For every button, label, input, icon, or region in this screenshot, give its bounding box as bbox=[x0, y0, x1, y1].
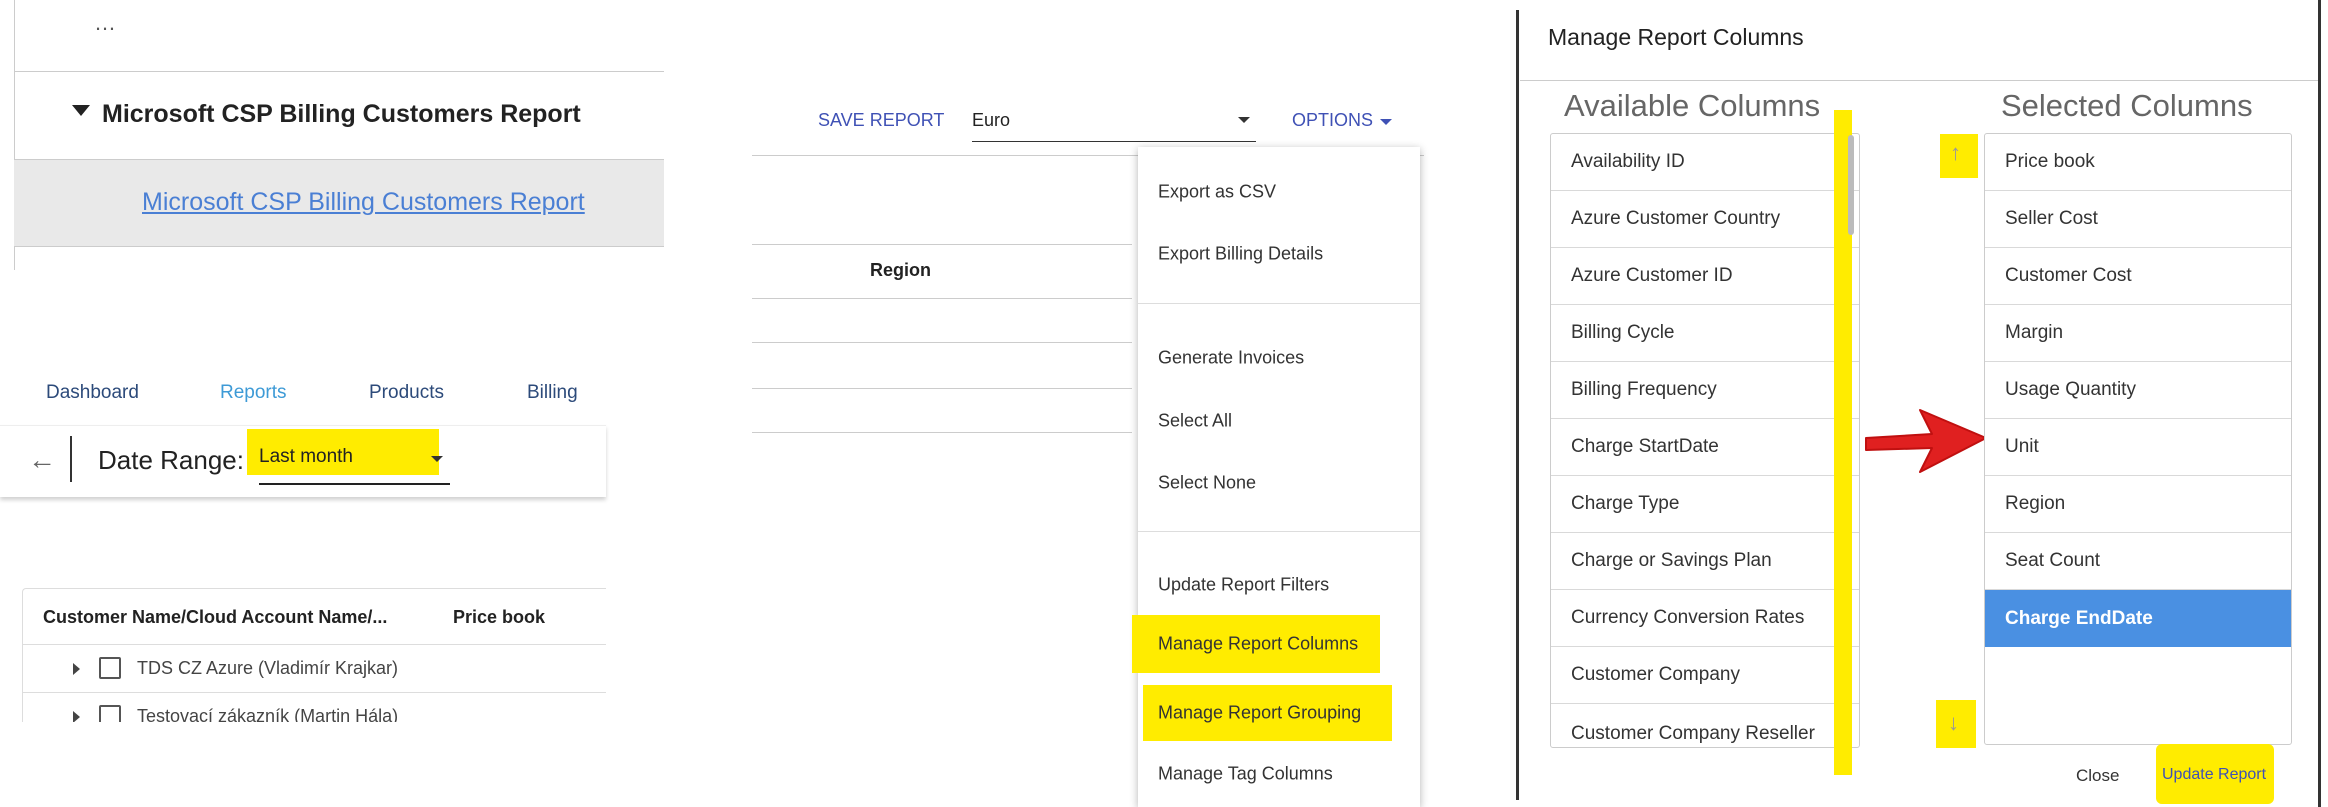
dropdown-arrow-icon bbox=[431, 456, 443, 462]
report-group-title: Microsoft CSP Billing Customers Report bbox=[102, 100, 581, 128]
report-grid: Region bbox=[752, 156, 1132, 434]
update-report-label: Update Report bbox=[2162, 766, 2267, 783]
menu-manage-report-grouping[interactable]: Manage Report Grouping bbox=[1143, 685, 1392, 741]
menu-export-csv[interactable]: Export as CSV bbox=[1138, 167, 1420, 217]
menu-generate-invoices[interactable]: Generate Invoices bbox=[1138, 333, 1420, 383]
row-checkbox[interactable] bbox=[99, 657, 121, 679]
column-header-customer[interactable]: Customer Name/Cloud Account Name/... bbox=[43, 607, 387, 628]
list-item[interactable]: Customer Cost bbox=[1985, 248, 2291, 305]
available-columns-title: Available Columns bbox=[1564, 88, 1821, 123]
list-item[interactable]: Seller Cost bbox=[1985, 191, 2291, 248]
dialog-title: Manage Report Columns bbox=[1548, 24, 1804, 50]
table-header: Customer Name/Cloud Account Name/... Pri… bbox=[23, 589, 606, 645]
truncated-row: … bbox=[14, 0, 664, 72]
tab-billing[interactable]: Billing bbox=[527, 382, 578, 404]
dropdown-arrow-icon bbox=[1238, 117, 1250, 123]
move-down-button[interactable]: ↓ bbox=[1936, 700, 1976, 748]
list-item[interactable]: Customer Company bbox=[1551, 647, 1859, 704]
dialog-title-divider bbox=[1520, 80, 2318, 81]
menu-divider bbox=[1138, 531, 1420, 532]
move-up-button[interactable]: ↑ bbox=[1940, 134, 1978, 178]
list-item[interactable]: Azure Customer Country bbox=[1551, 191, 1859, 248]
options-button[interactable]: OPTIONS bbox=[1292, 110, 1373, 131]
truncated-header-text: … bbox=[94, 10, 116, 35]
report-toolbar: SAVE REPORT Euro OPTIONS bbox=[752, 84, 1424, 156]
list-item[interactable]: Region bbox=[1985, 476, 2291, 533]
list-item[interactable]: Unit bbox=[1985, 419, 2291, 476]
save-report-button[interactable]: SAVE REPORT bbox=[818, 110, 944, 131]
expand-row-icon[interactable] bbox=[73, 663, 80, 675]
customer-name: Testovací zákazník (Martin Hála) bbox=[137, 706, 399, 722]
list-item-selected[interactable]: Charge EndDate bbox=[1985, 590, 2291, 647]
scrollbar-thumb[interactable] bbox=[1848, 135, 1854, 235]
grid-row-divider bbox=[752, 298, 1132, 299]
customer-name: TDS CZ Azure (Vladimír Krajkar) bbox=[137, 658, 399, 678]
update-report-button[interactable]: Update Report bbox=[2156, 744, 2274, 804]
menu-export-billing-details[interactable]: Export Billing Details bbox=[1138, 229, 1420, 279]
nav-tabs: Dashboard Reports Products Billing bbox=[0, 370, 606, 424]
list-item[interactable]: Azure Customer ID bbox=[1551, 248, 1859, 305]
table-row[interactable]: TDS CZ Azure (Vladimír Krajkar) bbox=[23, 645, 606, 693]
report-link[interactable]: Microsoft CSP Billing Customers Report bbox=[142, 188, 585, 217]
list-item[interactable]: Currency Conversion Rates bbox=[1551, 590, 1859, 647]
date-range-bar: ← Date Range: Last month bbox=[0, 425, 606, 497]
customer-table: Customer Name/Cloud Account Name/... Pri… bbox=[22, 588, 606, 722]
list-item[interactable]: Availability ID bbox=[1551, 134, 1859, 191]
table-row[interactable]: Testovací zákazník (Martin Hála) bbox=[23, 693, 606, 722]
close-button[interactable]: Close bbox=[2076, 766, 2119, 786]
reports-panel: … Microsoft CSP Billing Customers Report… bbox=[14, 0, 664, 270]
grid-row-divider bbox=[752, 342, 1132, 343]
list-item[interactable]: Margin bbox=[1985, 305, 2291, 362]
list-item[interactable]: Seat Count bbox=[1985, 533, 2291, 590]
list-item[interactable]: Billing Cycle bbox=[1551, 305, 1859, 362]
menu-divider bbox=[1138, 303, 1420, 304]
row-checkbox[interactable] bbox=[99, 705, 121, 722]
manage-columns-dialog: Manage Report Columns Available Columns … bbox=[1516, 0, 2328, 807]
tab-reports[interactable]: Reports bbox=[220, 382, 287, 404]
date-range-label: Date Range: bbox=[98, 445, 244, 475]
list-item[interactable]: Charge or Savings Plan bbox=[1551, 533, 1859, 590]
grid-header-divider bbox=[752, 244, 1132, 245]
dialog-right-border bbox=[2318, 0, 2321, 807]
caret-down-icon bbox=[72, 105, 90, 116]
tab-dashboard[interactable]: Dashboard bbox=[46, 382, 139, 404]
list-item[interactable]: Customer Company Reseller bbox=[1551, 704, 1859, 747]
selected-columns-list[interactable]: Price book Seller Cost Customer Cost Mar… bbox=[1984, 133, 2292, 745]
list-item[interactable]: Billing Frequency bbox=[1551, 362, 1859, 419]
vertical-divider bbox=[70, 436, 72, 482]
currency-value: Euro bbox=[972, 110, 1011, 130]
tab-products[interactable]: Products bbox=[369, 382, 444, 404]
list-item[interactable]: Price book bbox=[1985, 134, 2291, 191]
currency-select[interactable]: Euro bbox=[972, 98, 1256, 142]
column-header-region[interactable]: Region bbox=[870, 260, 931, 281]
red-arrow-annotation-icon bbox=[1865, 409, 1987, 473]
report-link-row: Microsoft CSP Billing Customers Report bbox=[14, 160, 664, 247]
menu-select-none[interactable]: Select None bbox=[1138, 458, 1420, 508]
menu-select-all[interactable]: Select All bbox=[1138, 396, 1420, 446]
arrow-up-icon: ↑ bbox=[1950, 140, 1961, 165]
column-header-price-book[interactable]: Price book bbox=[453, 607, 545, 628]
options-chevron-down-icon bbox=[1380, 119, 1392, 125]
options-menu: Export as CSV Export Billing Details Gen… bbox=[1132, 147, 1420, 807]
back-arrow-icon[interactable]: ← bbox=[28, 444, 56, 476]
date-range-underline bbox=[259, 483, 450, 485]
list-item[interactable]: Charge Type bbox=[1551, 476, 1859, 533]
arrow-down-icon: ↓ bbox=[1948, 710, 1959, 735]
date-range-select[interactable]: Last month bbox=[247, 429, 443, 475]
list-item[interactable]: Usage Quantity bbox=[1985, 362, 2291, 419]
selected-columns-title: Selected Columns bbox=[2001, 88, 2253, 123]
grid-row-divider bbox=[752, 432, 1132, 433]
list-item[interactable]: Charge StartDate bbox=[1551, 419, 1859, 476]
date-range-value: Last month bbox=[259, 446, 353, 467]
grid-row-divider bbox=[752, 388, 1132, 389]
available-columns-list[interactable]: Availability ID Azure Customer Country A… bbox=[1550, 133, 1860, 748]
menu-update-report-filters[interactable]: Update Report Filters bbox=[1138, 560, 1420, 610]
menu-manage-tag-columns[interactable]: Manage Tag Columns bbox=[1138, 749, 1420, 799]
report-group-header[interactable]: Microsoft CSP Billing Customers Report bbox=[14, 72, 664, 160]
menu-manage-report-columns[interactable]: Manage Report Columns bbox=[1132, 615, 1380, 673]
dialog-left-border bbox=[1516, 10, 1519, 800]
expand-row-icon[interactable] bbox=[73, 711, 80, 722]
